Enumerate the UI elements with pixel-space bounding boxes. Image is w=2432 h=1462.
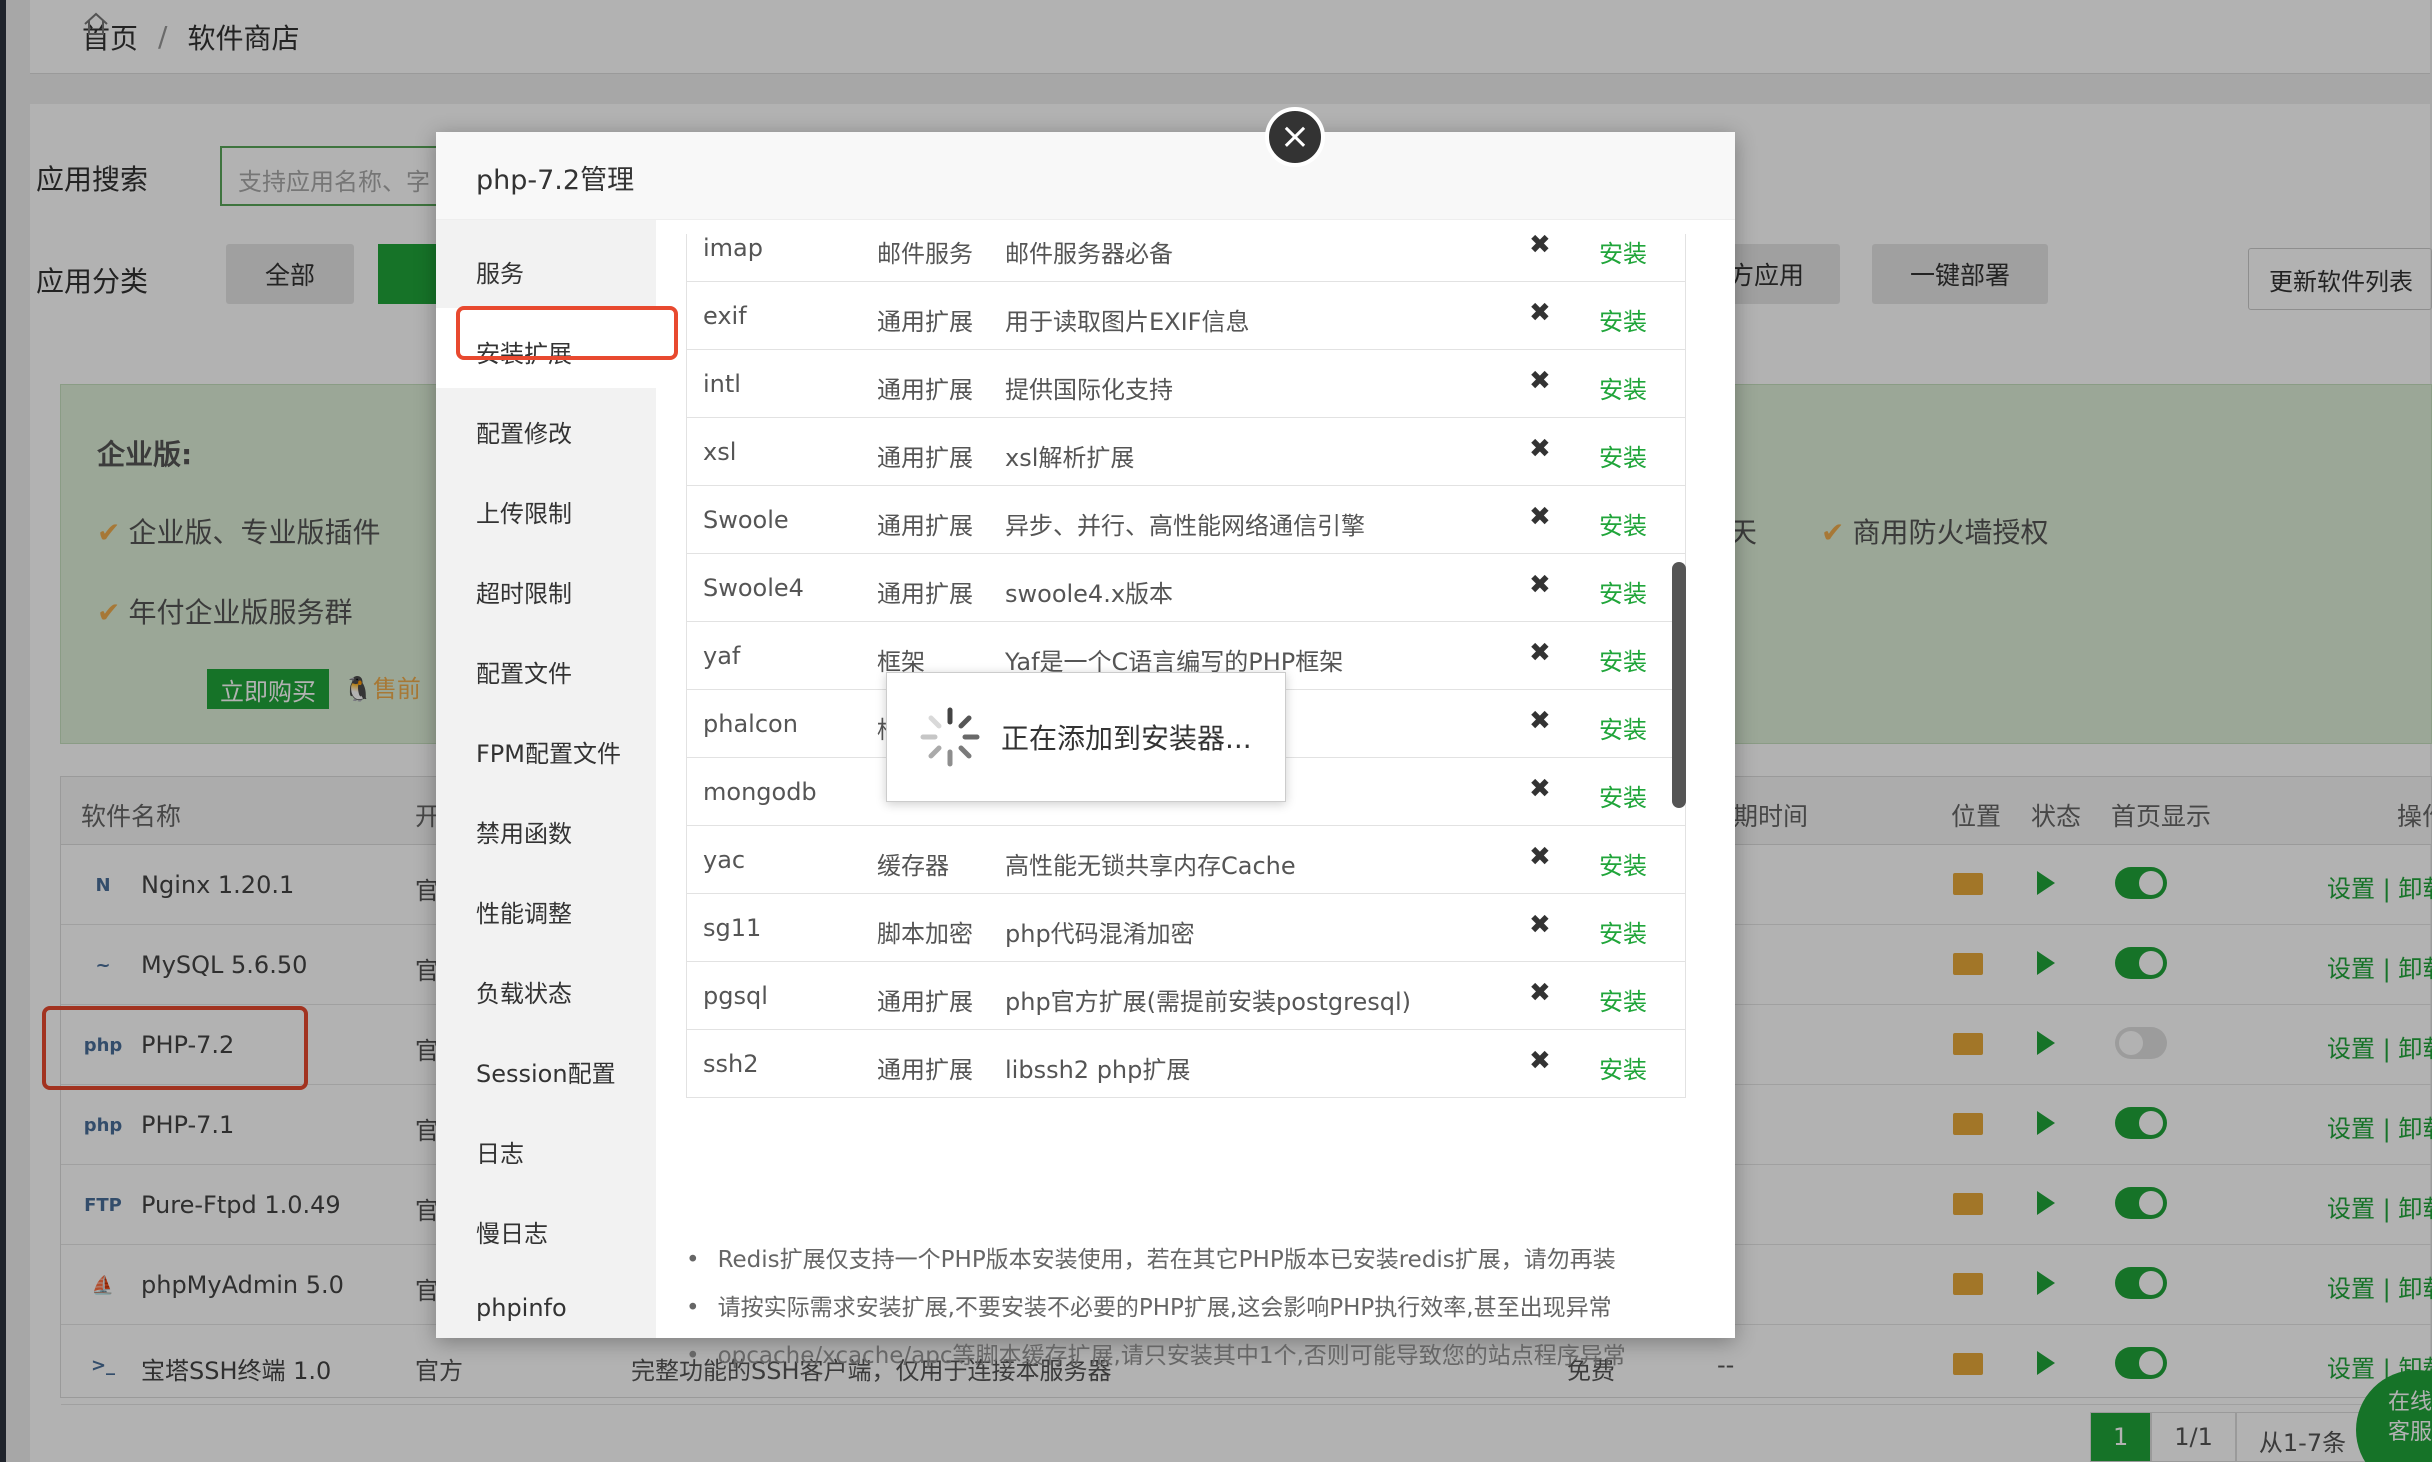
- extension-row: sg11 脚本加密 php代码混淆加密 ✖ 安装: [686, 894, 1686, 962]
- ext-type: 脚本加密: [877, 920, 973, 948]
- sidebar-item[interactable]: 日志: [476, 1134, 524, 1169]
- ext-name: mongodb: [703, 778, 817, 806]
- ext-type: 通用扩展: [877, 444, 973, 472]
- ext-name: xsl: [703, 438, 737, 466]
- ext-desc: 邮件服务器必备: [1005, 240, 1173, 268]
- ext-name: imap: [703, 234, 763, 262]
- sidebar-item[interactable]: 配置修改: [476, 414, 572, 449]
- sidebar-item[interactable]: FPM配置文件: [476, 734, 621, 769]
- ext-desc: libssh2 php扩展: [1005, 1056, 1191, 1084]
- ext-desc: 异步、并行、高性能网络通信引擎: [1005, 512, 1365, 540]
- ext-name: yaf: [703, 642, 741, 670]
- install-link[interactable]: 安装: [1599, 642, 1647, 677]
- ext-type: 通用扩展: [877, 1056, 973, 1084]
- install-link[interactable]: 安装: [1599, 574, 1647, 609]
- extension-scrollbar[interactable]: [1672, 562, 1686, 808]
- spinner-icon: [920, 707, 980, 767]
- ext-name: Swoole4: [703, 574, 804, 602]
- close-icon[interactable]: ×: [1265, 107, 1325, 167]
- ext-name: ssh2: [703, 1050, 759, 1078]
- install-link[interactable]: 安装: [1599, 1050, 1647, 1085]
- note-item: 请按实际需求安装扩展,不要安装不必要的PHP扩展,这会影响PHP执行效率,甚至出…: [686, 1284, 1626, 1332]
- extension-row: imap 邮件服务 邮件服务器必备 ✖ 安装: [686, 234, 1686, 282]
- install-link[interactable]: 安装: [1599, 370, 1647, 405]
- sidebar-item[interactable]: 负载状态: [476, 974, 572, 1009]
- not-installed-icon: ✖: [1529, 570, 1551, 600]
- not-installed-icon: ✖: [1529, 234, 1551, 260]
- ext-desc: xsl解析扩展: [1005, 444, 1135, 472]
- modal-title: php-7.2管理: [436, 132, 1735, 220]
- not-installed-icon: ✖: [1529, 1046, 1551, 1076]
- ext-name: pgsql: [703, 982, 768, 1010]
- ext-type: 通用扩展: [877, 512, 973, 540]
- not-installed-icon: ✖: [1529, 434, 1551, 464]
- sidebar-item[interactable]: phpinfo: [476, 1294, 567, 1322]
- extension-row: Swoole4 通用扩展 swoole4.x版本 ✖ 安装: [686, 554, 1686, 622]
- install-link[interactable]: 安装: [1599, 914, 1647, 949]
- ext-desc: 用于读取图片EXIF信息: [1005, 308, 1250, 336]
- ext-name: sg11: [703, 914, 762, 942]
- loading-text: 正在添加到安装器...: [1001, 722, 1252, 755]
- ext-desc: php代码混淆加密: [1005, 920, 1195, 948]
- install-link[interactable]: 安装: [1599, 234, 1647, 269]
- sidebar-item[interactable]: 性能调整: [476, 894, 572, 929]
- notes-list: Redis扩展仅支持一个PHP版本安装使用，若在其它PHP版本已安装redis扩…: [686, 1236, 1626, 1380]
- sidebar-item[interactable]: 服务: [476, 254, 524, 289]
- ext-name: Swoole: [703, 506, 789, 534]
- extension-row: pgsql 通用扩展 php官方扩展(需提前安装postgresql) ✖ 安装: [686, 962, 1686, 1030]
- not-installed-icon: ✖: [1529, 842, 1551, 872]
- highlight-install-ext: [456, 306, 678, 360]
- install-link[interactable]: 安装: [1599, 778, 1647, 813]
- ext-type: 通用扩展: [877, 376, 973, 404]
- extension-row: yac 缓存器 高性能无锁共享内存Cache ✖ 安装: [686, 826, 1686, 894]
- ext-desc: swoole4.x版本: [1005, 580, 1174, 608]
- extension-row: ssh2 通用扩展 libssh2 php扩展 ✖ 安装: [686, 1030, 1686, 1098]
- not-installed-icon: ✖: [1529, 978, 1551, 1008]
- sidebar-item[interactable]: 上传限制: [476, 494, 572, 529]
- ext-desc: 高性能无锁共享内存Cache: [1005, 852, 1296, 880]
- not-installed-icon: ✖: [1529, 366, 1551, 396]
- install-link[interactable]: 安装: [1599, 982, 1647, 1017]
- sidebar-item[interactable]: Session配置: [476, 1054, 616, 1089]
- ext-desc: php官方扩展(需提前安装postgresql): [1005, 988, 1411, 1016]
- modal-sidebar: 服务 安装扩展 配置修改 上传限制 超时限制 配置文件 FPM配置文件 禁用函数 性能调整 负载状…: [436, 220, 656, 1338]
- ext-type: 通用扩展: [877, 580, 973, 608]
- sidebar-item[interactable]: 配置文件: [476, 654, 572, 689]
- extension-row: xsl 通用扩展 xsl解析扩展 ✖ 安装: [686, 418, 1686, 486]
- not-installed-icon: ✖: [1529, 774, 1551, 804]
- ext-desc: 提供国际化支持: [1005, 376, 1173, 404]
- ext-type: 通用扩展: [877, 988, 973, 1016]
- sidebar-item[interactable]: 慢日志: [476, 1214, 548, 1249]
- ext-type: 缓存器: [877, 852, 949, 880]
- install-link[interactable]: 安装: [1599, 710, 1647, 745]
- install-link[interactable]: 安装: [1599, 506, 1647, 541]
- not-installed-icon: ✖: [1529, 910, 1551, 940]
- ext-type: 通用扩展: [877, 308, 973, 336]
- ext-name: phalcon: [703, 710, 798, 738]
- note-item: Redis扩展仅支持一个PHP版本安装使用，若在其它PHP版本已安装redis扩…: [686, 1236, 1626, 1284]
- install-link[interactable]: 安装: [1599, 438, 1647, 473]
- extension-row: intl 通用扩展 提供国际化支持 ✖ 安装: [686, 350, 1686, 418]
- not-installed-icon: ✖: [1529, 638, 1551, 668]
- ext-name: exif: [703, 302, 747, 330]
- ext-name: yac: [703, 846, 746, 874]
- note-item: opcache/xcache/apc等脚本缓存扩展,请只安装其中1个,否则可能导…: [686, 1332, 1626, 1380]
- loading-dialog: 正在添加到安装器...: [886, 672, 1286, 802]
- extension-row: Swoole 通用扩展 异步、并行、高性能网络通信引擎 ✖ 安装: [686, 486, 1686, 554]
- not-installed-icon: ✖: [1529, 298, 1551, 328]
- ext-name: intl: [703, 370, 741, 398]
- install-link[interactable]: 安装: [1599, 302, 1647, 337]
- sidebar-item[interactable]: 禁用函数: [476, 814, 572, 849]
- not-installed-icon: ✖: [1529, 706, 1551, 736]
- sidebar-item[interactable]: 超时限制: [476, 574, 572, 609]
- extension-row: exif 通用扩展 用于读取图片EXIF信息 ✖ 安装: [686, 282, 1686, 350]
- install-link[interactable]: 安装: [1599, 846, 1647, 881]
- not-installed-icon: ✖: [1529, 502, 1551, 532]
- ext-type: 邮件服务: [877, 240, 973, 268]
